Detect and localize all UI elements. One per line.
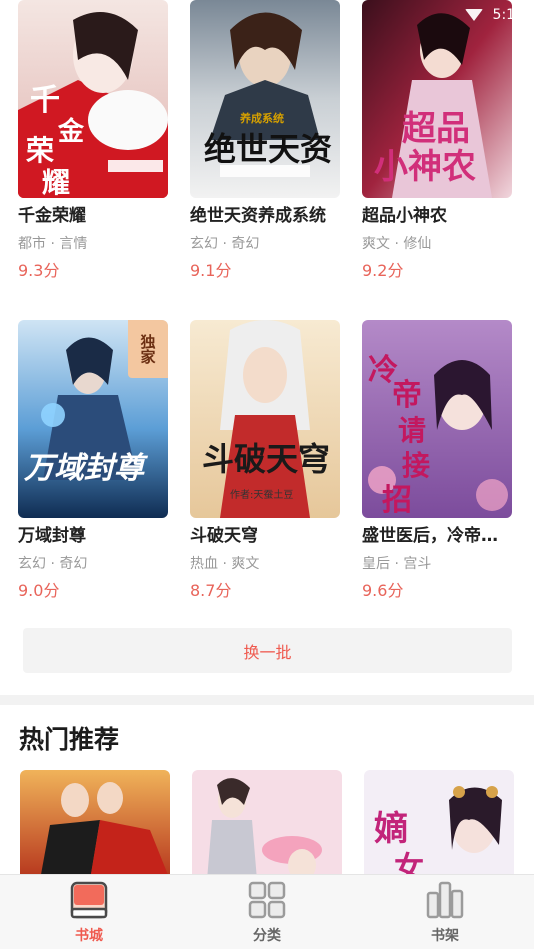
bottom-tab-bar: 书城 分类 书架 — [0, 874, 534, 949]
book-score: 9.1分 — [190, 261, 232, 280]
bookstore-icon — [70, 881, 108, 919]
svg-text:接: 接 — [402, 449, 430, 482]
svg-text:金: 金 — [57, 116, 85, 147]
book-cover-art: 千 金 荣 耀 — [18, 0, 168, 198]
svg-text:超品: 超品 — [402, 109, 470, 149]
book-title[interactable]: 斗破天穹 — [190, 524, 340, 548]
svg-text:万域封尊: 万域封尊 — [23, 451, 149, 486]
book-score: 9.6分 — [362, 581, 404, 600]
refresh-batch-button[interactable]: 换一批 — [23, 628, 512, 673]
book-score: 9.2分 — [362, 261, 404, 280]
book-meta: 热血 · 爽文 — [190, 556, 260, 572]
book-cover-art: 冷 帝 请 接 招 — [362, 320, 512, 518]
svg-text:耀: 耀 — [42, 166, 70, 198]
book-title[interactable]: 万域封尊 — [18, 524, 168, 548]
svg-text:养成系统: 养成系统 — [239, 111, 284, 125]
svg-text:小神农: 小神农 — [374, 147, 476, 187]
svg-text:作者:天蚕土豆: 作者:天蚕土豆 — [230, 488, 293, 501]
section-title: 热门推荐 — [19, 725, 120, 754]
hot-cover-art — [192, 770, 342, 880]
exclusive-badge: 独家 — [128, 320, 168, 378]
book-meta: 玄幻 · 奇幻 — [18, 556, 88, 572]
tab-bookshelf[interactable]: 书架 — [356, 875, 534, 949]
book-cover[interactable]: 绝世天资 养成系统 — [190, 0, 340, 198]
book-meta: 爽文 · 修仙 — [362, 236, 432, 252]
svg-text:斗破天穹: 斗破天穹 — [202, 440, 330, 478]
wifi-icon — [464, 9, 483, 21]
svg-text:荣: 荣 — [26, 134, 54, 167]
book-cover[interactable]: 斗破天穹 作者:天蚕土豆 — [190, 320, 340, 518]
svg-text:帝: 帝 — [392, 378, 422, 413]
book-cover[interactable]: 万域封尊 独家 — [18, 320, 168, 518]
hot-cover-art — [20, 770, 170, 880]
book-title[interactable]: 绝世天资养成系统 — [190, 204, 340, 228]
hot-cover-art: 嫡 女 — [364, 770, 514, 880]
svg-text:绝世天资: 绝世天资 — [204, 130, 332, 168]
book-card[interactable]: 斗破天穹 作者:天蚕土豆 斗破天穹 热血 · 爽文 8.7分 — [190, 320, 340, 602]
book-title[interactable]: 千金荣耀 — [18, 204, 168, 228]
book-card[interactable]: 千 金 荣 耀 千金荣耀 都市 · 言情 9.3分 — [18, 0, 168, 282]
tab-category[interactable]: 分类 — [178, 875, 356, 949]
tab-label: 书城 — [75, 928, 103, 944]
book-score: 8.7分 — [190, 581, 232, 600]
book-score: 9.0分 — [18, 581, 60, 600]
tab-label: 分类 — [253, 928, 281, 944]
book-card[interactable]: 冷 帝 请 接 招 盛世医后，冷帝请接招 皇后 · 宫斗 9.6分 — [362, 320, 512, 602]
book-cover[interactable]: 冷 帝 请 接 招 — [362, 320, 512, 518]
book-meta: 都市 · 言情 — [18, 236, 88, 252]
book-cover-art: 斗破天穹 作者:天蚕土豆 — [190, 320, 340, 518]
book-cover[interactable]: 千 金 荣 耀 — [18, 0, 168, 198]
book-card[interactable]: 绝世天资 养成系统 绝世天资养成系统 玄幻 · 奇幻 9.1分 — [190, 0, 340, 282]
bookshelf-icon — [426, 881, 464, 919]
svg-text:千: 千 — [30, 83, 60, 118]
book-title[interactable]: 盛世医后，冷帝请接招 — [362, 524, 512, 548]
hot-recommend-row: 嫡 女 — [0, 770, 534, 880]
hot-book-cover[interactable] — [192, 770, 342, 880]
hot-book-cover[interactable] — [20, 770, 170, 880]
svg-text:嫡: 嫡 — [374, 809, 408, 849]
book-title[interactable]: 超品小神农 — [362, 204, 512, 228]
grid-icon — [248, 881, 286, 919]
tab-bookstore[interactable]: 书城 — [0, 875, 178, 949]
status-bar: 5:18 — [434, 0, 534, 30]
book-card[interactable]: 万域封尊 独家 万域封尊 玄幻 · 奇幻 9.0分 — [18, 320, 168, 602]
book-cover-art: 绝世天资 养成系统 — [190, 0, 340, 198]
book-card[interactable]: 超品 小神农 超品小神农 爽文 · 修仙 9.2分 — [362, 0, 512, 282]
section-divider — [0, 695, 534, 705]
book-score: 9.3分 — [18, 261, 60, 280]
svg-text:招: 招 — [382, 483, 412, 518]
tab-label: 书架 — [431, 928, 459, 944]
book-meta: 玄幻 · 奇幻 — [190, 236, 260, 252]
svg-text:请: 请 — [398, 414, 426, 447]
hot-book-cover[interactable]: 嫡 女 — [364, 770, 514, 880]
status-time: 5:18 — [492, 7, 524, 23]
book-meta: 皇后 · 宫斗 — [362, 556, 432, 572]
